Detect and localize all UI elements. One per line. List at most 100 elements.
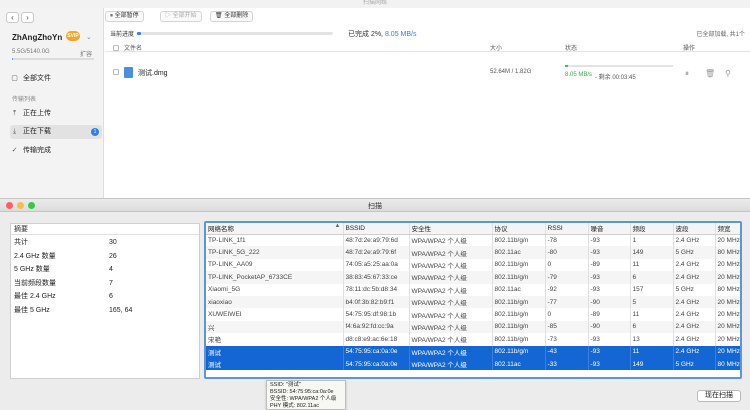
col-network-name-cell: 兴: [206, 320, 344, 334]
col-security-cell: WPA/WPA2 个人级: [409, 258, 493, 272]
summary-row: 2.4 GHz 数量 26: [11, 250, 199, 263]
col-protocol-cell: 802.11b/g/n: [492, 271, 546, 284]
sidebar-item-label: 正在下载: [23, 128, 51, 135]
header-status[interactable]: 状态: [565, 43, 577, 52]
col-channel-header[interactable]: 频段: [630, 223, 674, 235]
column-header-label: RSSI: [547, 224, 563, 232]
col-bssid-cell: 54:75:95:ca:0a:0e: [343, 357, 410, 371]
col-band-cell: 2.4 GHz: [673, 258, 716, 272]
col-channel-cell: 6: [630, 320, 674, 334]
col-rssi-cell: -80: [545, 246, 589, 259]
trash-icon[interactable]: 🗑: [705, 69, 715, 78]
column-header-label: 协议: [494, 226, 508, 234]
sidebar-item-completed[interactable]: ✓ 传输完成: [10, 144, 102, 158]
col-network-name-cell: 测试: [206, 345, 344, 358]
col-channel-cell: 157: [630, 283, 674, 296]
col-band-cell: 2.4 GHz: [673, 345, 716, 358]
col-rssi-header[interactable]: RSSI: [545, 223, 589, 235]
upload-icon: ⤒: [12, 110, 17, 117]
col-rssi-cell: -78: [545, 234, 589, 247]
col-bandwidth-cell: 20 MHz: [715, 308, 740, 321]
check-circle-icon: ✓: [11, 147, 18, 154]
col-bandwidth-cell: 80 MHz: [715, 357, 740, 371]
summary-value: 30: [109, 239, 117, 246]
network-row[interactable]: TP-LINK_5G_222 48:7d:2e:a9:79:6f WPA/WPA2 …: [206, 246, 740, 259]
col-network-name-cell: TP-LINK_1f1: [206, 234, 344, 247]
trash-icon: 🗑: [215, 13, 225, 19]
col-protocol-cell: 802.11b/g/n: [492, 234, 546, 247]
progress-status-text: 已完成 2%,: [348, 31, 384, 38]
back-arrow-icon[interactable]: ‹: [6, 12, 19, 23]
sidebar: ‹ › ZhAngZhoYn SVIP ⌄ 5.5G/5140.0G 扩容 ▢ 全…: [0, 8, 104, 200]
network-row[interactable]: TP-LINK_AA09 74:05:a5:25:aa:0a WPA/WPA2 个人…: [206, 258, 740, 272]
col-security-cell: WPA/WPA2 个人级: [409, 234, 493, 247]
pause-icon[interactable]: ⏸: [685, 69, 689, 79]
scan-window: 扫描 摘要 共计 30 2.4 GHz 数量 26 5 GHz 数量 4 当前频段数量 7 最佳…: [0, 198, 750, 410]
col-network-name-cell: Xiaomi_5G: [206, 283, 344, 296]
files-icon: ▢: [11, 75, 18, 82]
col-security-cell: WPA/WPA2 个人级: [409, 295, 493, 309]
summary-value: 165, 64: [109, 306, 133, 314]
file-list-header: 文件名 大小 状态 操作: [105, 41, 750, 52]
col-bssid-header[interactable]: BSSID: [343, 223, 410, 235]
col-protocol-cell: 802.11ac: [492, 357, 546, 371]
col-band-cell: 2.4 GHz: [673, 295, 716, 309]
scan-now-button[interactable]: 现在扫描: [697, 390, 741, 402]
network-row[interactable]: TP-LINK_PocketAP_6733CE 38:83:45:67:33:ce…: [206, 271, 740, 284]
forward-arrow-icon[interactable]: ›: [21, 12, 34, 23]
col-bandwidth-cell: 80 MHz: [715, 246, 740, 259]
summary-value: 4: [109, 266, 113, 273]
col-protocol-header[interactable]: 协议: [492, 223, 546, 235]
sidebar-item-all-files[interactable]: ▢ 全部文件: [10, 72, 102, 86]
user-name[interactable]: ZhAngZhoYn: [12, 33, 62, 42]
col-bssid-cell: 38:83:45:67:33:ce: [343, 271, 410, 284]
col-noise-header[interactable]: 噪音: [588, 223, 631, 235]
tooltip-bssid: BSSID: 54:75:95:ca:0a:0e: [270, 389, 334, 395]
col-network-name-header[interactable]: 网络名称 ▲: [206, 223, 344, 235]
col-bandwidth-cell: 20 MHz: [715, 333, 740, 346]
network-row[interactable]: 测试 54:75:95:ca:0a:0e WPA/WPA2 个人级 802.11b/g…: [206, 345, 740, 358]
col-security-header[interactable]: 安全性: [409, 223, 493, 235]
col-bandwidth-cell: 20 MHz: [715, 258, 740, 272]
file-speed: 8.05 MB/s: [565, 72, 593, 78]
col-channel-cell: 149: [630, 246, 674, 259]
col-band-header[interactable]: 波段: [673, 223, 716, 235]
sort-ascending-icon: ▲: [334, 223, 341, 230]
col-noise-cell: -90: [588, 295, 631, 309]
summary-row: 当前频段数量 7: [11, 277, 199, 290]
sidebar-item-downloading[interactable]: ⤓ 正在下载: [10, 125, 102, 139]
sidebar-item-label: 全部文件: [23, 75, 51, 82]
chevron-down-icon[interactable]: ⌄: [86, 33, 92, 41]
network-row[interactable]: 兴 f4:6a:92:fd:cc:9a WPA/WPA2 个人级 802.11b/g/…: [206, 320, 740, 334]
tooltip-phy: PHY 模式: 802.11ac: [270, 403, 320, 409]
col-noise-cell: -89: [588, 258, 631, 272]
sidebar-item-label: 正在上传: [23, 110, 51, 117]
sidebar-item-uploading[interactable]: ⤒ 正在上传: [10, 107, 102, 121]
summary-row: 5 GHz 数量 4: [11, 263, 199, 276]
network-row[interactable]: 宋艳 d8:c8:e9:ac:6e:18 WPA/WPA2 个人级 802.11b/g…: [206, 333, 740, 346]
network-row[interactable]: xiaoxiao b4:0f:3b:82:b9:f1 WPA/WPA2 个人级 802…: [206, 295, 740, 309]
magnifier-icon[interactable]: ⚲: [725, 69, 731, 78]
network-row[interactable]: 测试 54:75:95:ca:0a:0e WPA/WPA2 个人级 802.11ac -…: [206, 357, 740, 371]
expand-storage-link[interactable]: 扩容: [80, 49, 92, 58]
header-name[interactable]: 文件名: [124, 43, 142, 52]
summary-row: 共计 30: [11, 236, 199, 249]
col-channel-cell: 11: [630, 345, 674, 358]
start-all-button[interactable]: ▷ 全部开始: [160, 11, 202, 22]
summary-row: 最佳 2.4 GHz 6: [11, 290, 199, 303]
summary-key: 当前频段数量: [14, 279, 56, 287]
pause-all-button[interactable]: ⏸ 全部暂停: [105, 11, 144, 22]
col-bandwidth-cell: 20 MHz: [715, 271, 740, 284]
network-row[interactable]: XUWEIWEI 54:75:95:df:98:1b WPA/WPA2 个人级 802…: [206, 308, 740, 321]
app-titlebar: 扫描网络: [0, 0, 750, 8]
delete-all-button[interactable]: 🗑 全部删除: [210, 11, 254, 22]
header-size[interactable]: 大小: [490, 43, 502, 52]
col-noise-cell: -93: [588, 357, 631, 371]
file-row[interactable]: 测试.dmg 52.64M / 1.82G 8.05 MB/s - 剩余 00:…: [105, 60, 750, 86]
network-row[interactable]: Xiaomi_5G 78:11:dc:5b:d8:34 WPA/WPA2 个人级 80…: [206, 283, 740, 296]
file-checkbox[interactable]: [113, 69, 119, 77]
col-channel-cell: 13: [630, 333, 674, 346]
col-noise-cell: -93: [588, 283, 631, 296]
col-bandwidth-header[interactable]: 频宽: [715, 223, 740, 235]
network-row[interactable]: TP-LINK_1f1 48:7d:2e:a9:79:6d WPA/WPA2 个人级…: [206, 234, 740, 247]
